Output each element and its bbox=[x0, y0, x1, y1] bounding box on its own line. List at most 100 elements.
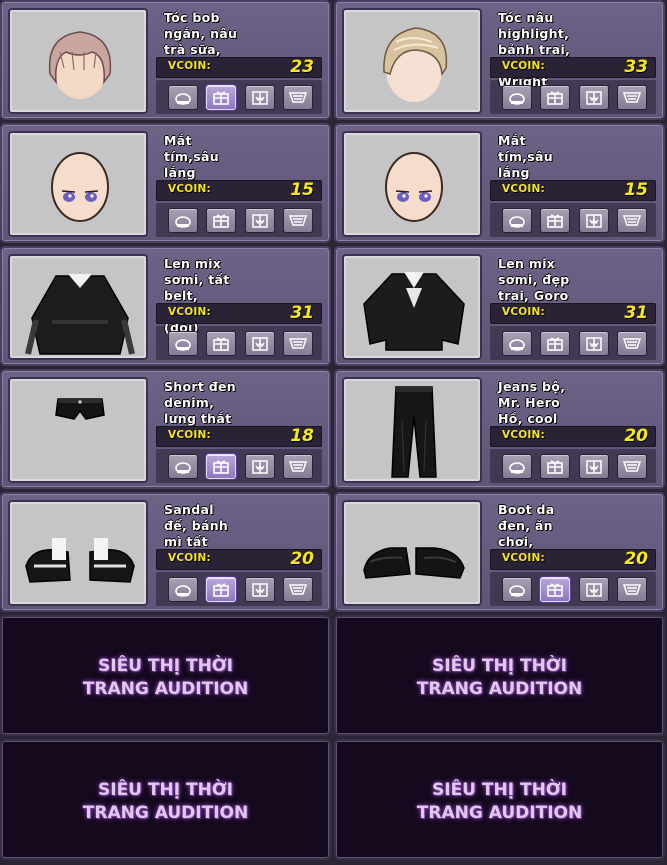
price-bar: VCOIN: 20 bbox=[490, 426, 656, 447]
promo-line-2: TRANG AUDITION bbox=[416, 679, 583, 699]
item-thumbnail[interactable] bbox=[344, 133, 480, 235]
wardrobe-icon bbox=[586, 337, 602, 351]
try-on-button[interactable] bbox=[168, 577, 198, 602]
item-card[interactable]: Sandal đế, bánh mì tất trắng Yuju VCOIN:… bbox=[0, 492, 331, 612]
vcoin-label: VCOIN: bbox=[502, 306, 545, 318]
wardrobe-icon bbox=[586, 583, 602, 597]
gift-button[interactable] bbox=[540, 85, 570, 110]
item-thumbnail[interactable] bbox=[10, 256, 146, 358]
cart-icon bbox=[288, 92, 308, 103]
item-card[interactable]: Len mix sơmi, tất belt, Gwatan (đôi) VCO… bbox=[0, 246, 331, 366]
cart-button[interactable] bbox=[617, 85, 647, 110]
try-on-button[interactable] bbox=[168, 454, 198, 479]
try-on-button[interactable] bbox=[502, 577, 532, 602]
gift-button[interactable] bbox=[206, 454, 236, 479]
gift-button[interactable] bbox=[206, 85, 236, 110]
wardrobe-button[interactable] bbox=[579, 208, 609, 233]
wardrobe-button[interactable] bbox=[245, 454, 275, 479]
price-bar: VCOIN: 33 bbox=[490, 57, 656, 78]
try-on-button[interactable] bbox=[502, 85, 532, 110]
price-bar: VCOIN: 20 bbox=[156, 549, 322, 570]
cart-button[interactable] bbox=[283, 577, 313, 602]
gift-button[interactable] bbox=[206, 577, 236, 602]
gift-icon bbox=[547, 91, 563, 105]
try-on-button[interactable] bbox=[168, 208, 198, 233]
item-thumbnail[interactable] bbox=[10, 379, 146, 481]
wardrobe-icon bbox=[252, 91, 268, 105]
try-on-button[interactable] bbox=[502, 454, 532, 479]
cart-button[interactable] bbox=[283, 208, 313, 233]
item-thumbnail[interactable] bbox=[10, 502, 146, 604]
sandal-icon bbox=[25, 538, 135, 583]
gift-button[interactable] bbox=[540, 577, 570, 602]
item-card[interactable]: Boot da đen, ăn chơi, Woodbury VCOIN: 20 bbox=[334, 492, 665, 612]
cart-button[interactable] bbox=[617, 331, 647, 356]
gift-button[interactable] bbox=[206, 331, 236, 356]
sweater-shirt-icon bbox=[363, 272, 465, 351]
cart-button[interactable] bbox=[283, 331, 313, 356]
hair-highlight-icon bbox=[383, 27, 448, 102]
cart-button[interactable] bbox=[617, 577, 647, 602]
gift-button[interactable] bbox=[206, 208, 236, 233]
gift-button[interactable] bbox=[540, 208, 570, 233]
item-card[interactable]: Mắt tím,sâu lắng VCOIN: 15 bbox=[0, 123, 331, 243]
sweater-dress-icon bbox=[25, 274, 135, 355]
vcoin-label: VCOIN: bbox=[168, 306, 211, 318]
gift-button[interactable] bbox=[540, 331, 570, 356]
item-card[interactable]: Tóc bob ngắn, nâu trà sữa, Kattaway VCOI… bbox=[0, 0, 331, 120]
item-card[interactable]: Short đen denim, lưng thắt dây VCOIN: 18 bbox=[0, 369, 331, 489]
vcoin-label: VCOIN: bbox=[168, 552, 211, 564]
price-value: 20 bbox=[624, 426, 648, 446]
try-on-button[interactable] bbox=[502, 208, 532, 233]
gift-icon bbox=[213, 214, 229, 228]
price-value: 23 bbox=[290, 57, 314, 77]
wardrobe-button[interactable] bbox=[579, 85, 609, 110]
cart-icon bbox=[288, 461, 308, 472]
item-thumbnail[interactable] bbox=[344, 256, 480, 358]
wardrobe-button[interactable] bbox=[245, 208, 275, 233]
eyes-face-icon bbox=[51, 152, 109, 222]
try-on-button[interactable] bbox=[168, 331, 198, 356]
wardrobe-button[interactable] bbox=[579, 331, 609, 356]
cart-icon bbox=[288, 338, 308, 349]
wardrobe-button[interactable] bbox=[579, 577, 609, 602]
cart-button[interactable] bbox=[283, 85, 313, 110]
item-thumbnail[interactable] bbox=[344, 502, 480, 604]
price-bar: VCOIN: 18 bbox=[156, 426, 322, 447]
wardrobe-button[interactable] bbox=[245, 577, 275, 602]
cart-icon bbox=[288, 584, 308, 595]
cart-button[interactable] bbox=[617, 454, 647, 479]
wardrobe-button[interactable] bbox=[579, 454, 609, 479]
item-thumbnail[interactable] bbox=[10, 133, 146, 235]
item-card[interactable]: Jeans bộ, Mr. Hero Hồ, cool ngầu VCOIN: … bbox=[334, 369, 665, 489]
item-name: Mắt tím,sâu lắng bbox=[498, 133, 553, 180]
vcoin-label: VCOIN: bbox=[168, 429, 211, 441]
try-on-icon bbox=[175, 585, 191, 597]
try-on-icon bbox=[175, 462, 191, 474]
vcoin-label: VCOIN: bbox=[502, 183, 545, 195]
cart-button[interactable] bbox=[617, 208, 647, 233]
promo-line-2: TRANG AUDITION bbox=[82, 803, 249, 823]
price-bar: VCOIN: 15 bbox=[490, 180, 656, 201]
item-thumbnail[interactable] bbox=[344, 10, 480, 112]
wardrobe-button[interactable] bbox=[245, 331, 275, 356]
wardrobe-button[interactable] bbox=[245, 85, 275, 110]
item-card[interactable]: Len mix sơmi, đẹp trai, Goro (đôi) VCOIN… bbox=[334, 246, 665, 366]
promo-line-1: SIÊU THỊ THỜI bbox=[432, 656, 567, 676]
wardrobe-icon bbox=[252, 214, 268, 228]
item-card[interactable]: Tóc nâu highlight, bảnh trai, Edgar Wrig… bbox=[334, 0, 665, 120]
item-thumbnail[interactable] bbox=[10, 10, 146, 112]
cart-button[interactable] bbox=[283, 454, 313, 479]
try-on-icon bbox=[509, 93, 525, 105]
price-value: 31 bbox=[624, 303, 648, 323]
price-value: 20 bbox=[624, 549, 648, 569]
wardrobe-icon bbox=[252, 337, 268, 351]
try-on-button[interactable] bbox=[168, 85, 198, 110]
try-on-button[interactable] bbox=[502, 331, 532, 356]
item-thumbnail[interactable] bbox=[344, 379, 480, 481]
item-name: Mắt tím,sâu lắng bbox=[164, 133, 219, 180]
vcoin-label: VCOIN: bbox=[168, 183, 211, 195]
promo-panel: SIÊU THỊ THỜI TRANG AUDITION bbox=[334, 739, 665, 860]
item-card[interactable]: Mắt tím,sâu lắng VCOIN: 15 bbox=[334, 123, 665, 243]
gift-button[interactable] bbox=[540, 454, 570, 479]
